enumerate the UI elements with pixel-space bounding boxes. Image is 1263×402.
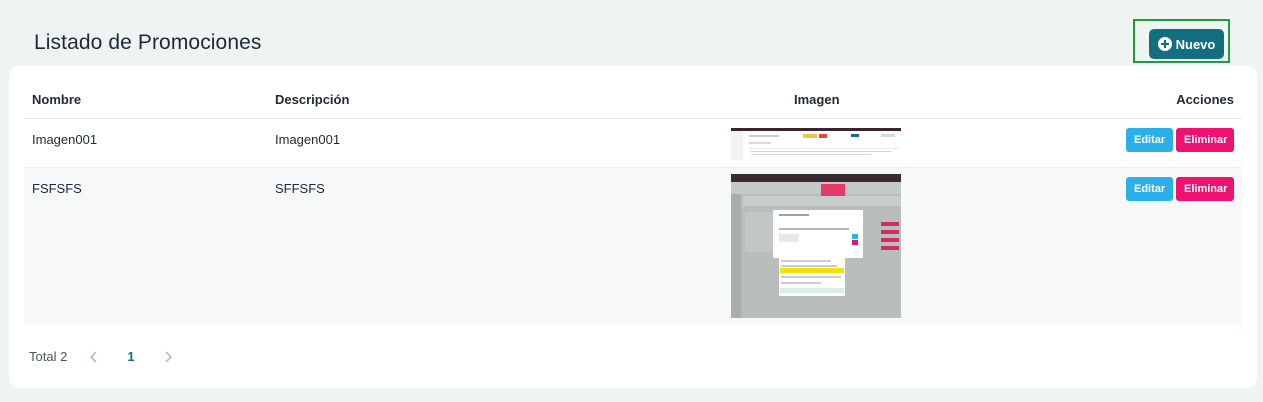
pagination-total: Total 2 <box>29 349 68 364</box>
cell-nombre: FSFSFS <box>32 181 82 196</box>
new-button-label: Nuevo <box>1175 36 1216 52</box>
pagination-page[interactable]: 1 <box>127 349 134 364</box>
column-header-imagen[interactable]: Imagen <box>794 92 840 107</box>
promotion-image-thumbnail <box>731 128 901 160</box>
chevron-right-icon[interactable] <box>161 350 175 364</box>
cell-nombre: Imagen001 <box>32 132 98 147</box>
pagination: Total 2 1 <box>29 349 175 364</box>
column-header-descripcion[interactable]: Descripción <box>275 92 349 107</box>
table-row: FSFSFS SFFSFS Editar Eliminar <box>24 168 1242 325</box>
row-actions: Editar Eliminar <box>1126 177 1234 201</box>
table-row: Imagen001 Imagen001 Editar Eliminar <box>24 119 1242 168</box>
column-header-acciones: Acciones <box>1176 92 1234 107</box>
cell-descripcion: Imagen001 <box>275 132 341 147</box>
edit-button[interactable]: Editar <box>1126 128 1173 152</box>
page-title: Listado de Promociones <box>34 31 262 54</box>
row-actions: Editar Eliminar <box>1126 128 1234 152</box>
column-header-nombre[interactable]: Nombre <box>32 92 81 107</box>
promotion-image-thumbnail <box>731 174 901 318</box>
new-button[interactable]: Nuevo <box>1149 29 1224 59</box>
delete-button[interactable]: Eliminar <box>1176 128 1234 152</box>
delete-button[interactable]: Eliminar <box>1176 177 1234 201</box>
cell-descripcion: SFFSFS <box>275 181 325 196</box>
plus-circle-icon <box>1157 37 1172 51</box>
chevron-left-icon[interactable] <box>87 350 101 364</box>
edit-button[interactable]: Editar <box>1126 177 1173 201</box>
promotions-card: Nombre Descripción Imagen Acciones Image… <box>9 66 1257 388</box>
